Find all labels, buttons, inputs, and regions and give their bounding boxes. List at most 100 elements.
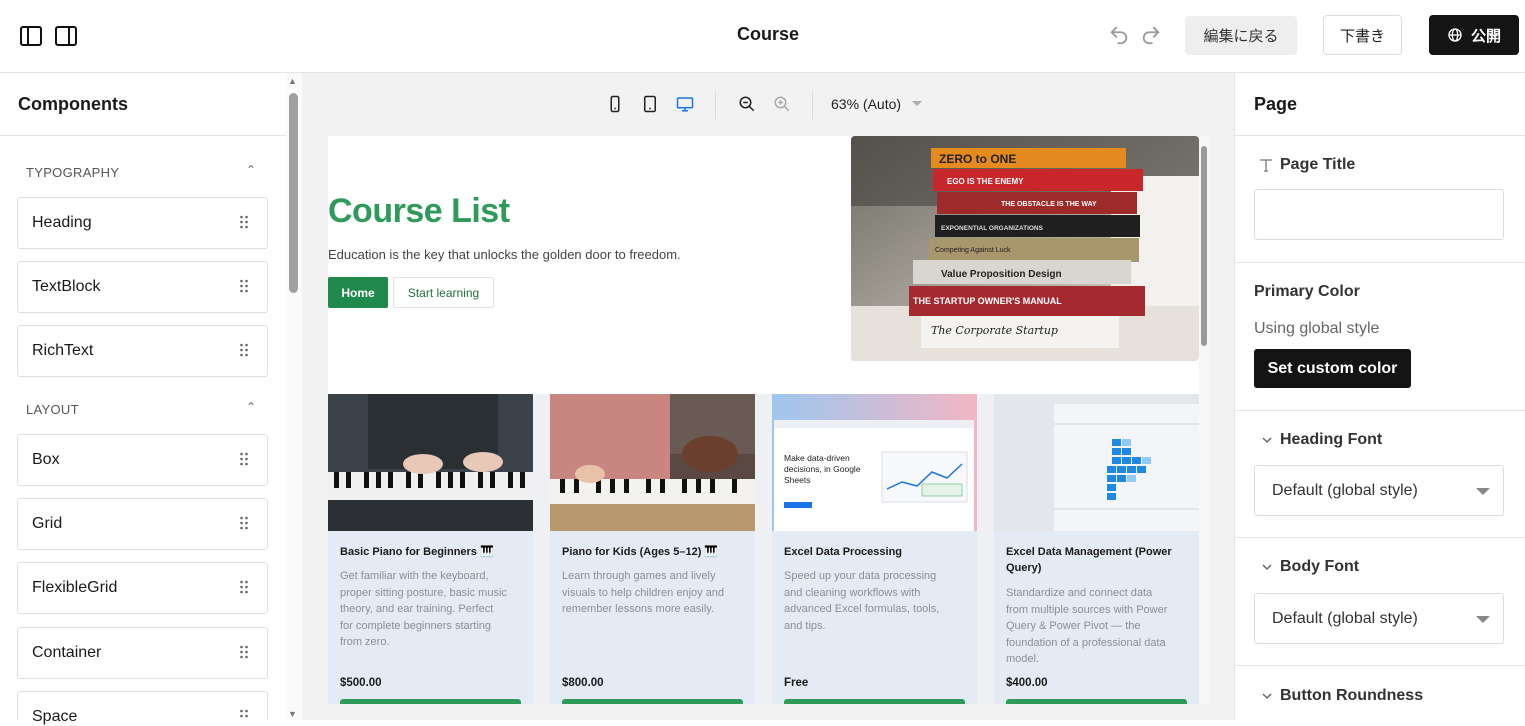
collapse-typography-icon[interactable]: ⌃ [246,163,256,177]
body-font-label[interactable]: Body Font [1280,558,1359,576]
component-richtext[interactable]: RichText [17,325,268,377]
hero-books-image[interactable]: ZERO to ONE EGO IS THE ENEMY THE OBSTACL… [851,136,1199,361]
dropdown-caret-icon [1476,616,1490,623]
chevron-down-icon[interactable] [912,101,922,106]
component-label: Heading [32,214,92,231]
page-preview: Course List Education is the key that un… [328,136,1209,704]
book-title: EGO IS THE ENEMY [947,177,1024,186]
course-enroll-button[interactable] [340,699,521,704]
device-toolbar: 63% (Auto) [302,73,1234,135]
heading-font-label[interactable]: Heading Font [1280,431,1382,449]
image-caption: Make data-driven [784,453,850,463]
text-type-icon [1260,159,1272,172]
book-title: THE STARTUP OWNER'S MANUAL [913,296,1062,306]
drag-handle-icon[interactable] [239,516,249,530]
body-font-select[interactable]: Default (global style) [1254,593,1504,644]
component-grid[interactable]: Grid [17,498,268,550]
drag-handle-icon[interactable] [239,580,249,594]
toolbar-divider [812,91,813,119]
components-scrollbar-thumb[interactable] [289,93,298,293]
book-title: EXPONENTIAL ORGANIZATIONS [941,225,1044,232]
page-settings-panel: Page Page Title Primary Color Using glob… [1234,73,1525,720]
course-card[interactable]: Piano for Kids (Ages 5–12) 🎹 Learn throu… [550,394,755,704]
course-description: Speed up your data processing and cleani… [784,570,940,632]
drag-handle-icon[interactable] [239,709,249,723]
page-title-label: Page Title [1280,156,1356,173]
course-enroll-button[interactable] [1006,699,1187,704]
publish-label: 公開 [1470,27,1501,45]
component-label: Space [32,708,78,725]
course-enroll-button[interactable] [784,699,965,704]
button-roundness-label[interactable]: Button Roundness [1280,687,1423,705]
component-box[interactable]: Box [17,434,268,486]
chevron-down-icon[interactable] [1261,690,1273,702]
page-title-input[interactable] [1254,189,1504,240]
book-title: The Corporate Startup [931,324,1058,337]
svg-text:decisions, in Google: decisions, in Google [784,464,861,474]
course-card[interactable]: Basic Piano for Beginners 🎹 Get familiar… [328,394,533,704]
components-panel: Components TYPOGRAPHY ⌃ Heading TextBloc… [0,73,302,725]
course-card[interactable]: Make data-driven decisions, in Google Sh… [772,394,977,704]
page-settings-title: Page [1254,94,1298,114]
chevron-down-icon[interactable] [1261,434,1273,446]
scroll-down-icon[interactable]: ▼ [288,709,297,719]
book-title: ZERO to ONE [939,152,1016,166]
home-button[interactable]: Home [328,277,388,308]
publish-button[interactable]: 公開 [1429,15,1519,55]
collapse-layout-icon[interactable]: ⌃ [246,400,256,414]
undo-icon[interactable] [1108,24,1130,46]
draft-button[interactable]: 下書き [1323,15,1402,55]
chevron-down-icon[interactable] [1261,561,1273,573]
section-layout[interactable]: LAYOUT [26,402,79,417]
scroll-up-icon[interactable]: ▲ [288,76,297,86]
drag-handle-icon[interactable] [239,215,249,229]
book-title: THE OBSTACLE IS THE WAY [1001,201,1097,208]
component-heading[interactable]: Heading [17,197,268,249]
course-price: Free [784,677,809,689]
course-price: $400.00 [1006,677,1048,689]
drag-handle-icon[interactable] [239,279,249,293]
start-learning-button[interactable]: Start learning [393,277,494,308]
course-title: Basic Piano for Beginners 🎹 [340,546,494,558]
component-label: FlexibleGrid [32,579,118,596]
component-space[interactable]: Space [17,691,268,725]
tablet-view-icon[interactable] [641,95,659,113]
drag-handle-icon[interactable] [239,645,249,659]
component-container[interactable]: Container [17,627,268,679]
component-label: RichText [32,342,94,359]
hero-subtitle[interactable]: Education is the key that unlocks the go… [328,247,681,262]
course-title: Excel Data Processing [784,546,903,558]
preview-scrollbar-thumb[interactable] [1201,146,1207,346]
heading-font-section: Heading Font Default (global style) [1235,411,1525,538]
heading-font-select[interactable]: Default (global style) [1254,465,1504,516]
drag-handle-icon[interactable] [239,343,249,357]
hero-title[interactable]: Course List [328,192,510,231]
section-typography[interactable]: TYPOGRAPHY [26,165,119,180]
page-settings-header: Page [1235,73,1525,136]
course-title: Excel Data Management (Power Query) [1006,546,1172,574]
primary-color-hint: Using global style [1254,320,1380,337]
course-description: Get familiar with the keyboard, proper s… [340,570,507,648]
back-to-edit-button[interactable]: 編集に戻る [1185,16,1297,55]
heading-font-value: Default (global style) [1272,482,1418,499]
zoom-out-icon[interactable] [738,95,756,113]
course-enroll-button[interactable] [562,699,743,704]
component-label: Container [32,644,102,661]
top-bar: Course 編集に戻る 下書き 公開 [0,0,1525,73]
course-card[interactable]: Excel Data Management (Power Query) Stan… [994,394,1199,704]
dropdown-caret-icon [1476,488,1490,495]
course-image-piano [328,394,533,531]
set-custom-color-button[interactable]: Set custom color [1254,349,1411,388]
component-label: TextBlock [32,278,101,295]
drag-handle-icon[interactable] [239,452,249,466]
mobile-view-icon[interactable] [606,95,624,113]
desktop-view-icon[interactable] [676,95,694,113]
component-flexiblegrid[interactable]: FlexibleGrid [17,562,268,614]
canvas-area: 63% (Auto) Course List Education is the … [302,73,1234,720]
zoom-in-icon[interactable] [773,95,791,113]
zoom-level-select[interactable]: 63% (Auto) [831,96,901,112]
component-textblock[interactable]: TextBlock [17,261,268,313]
course-description: Standardize and connect data from multip… [1006,587,1168,665]
course-price: $800.00 [562,677,604,689]
redo-icon[interactable] [1140,24,1162,46]
